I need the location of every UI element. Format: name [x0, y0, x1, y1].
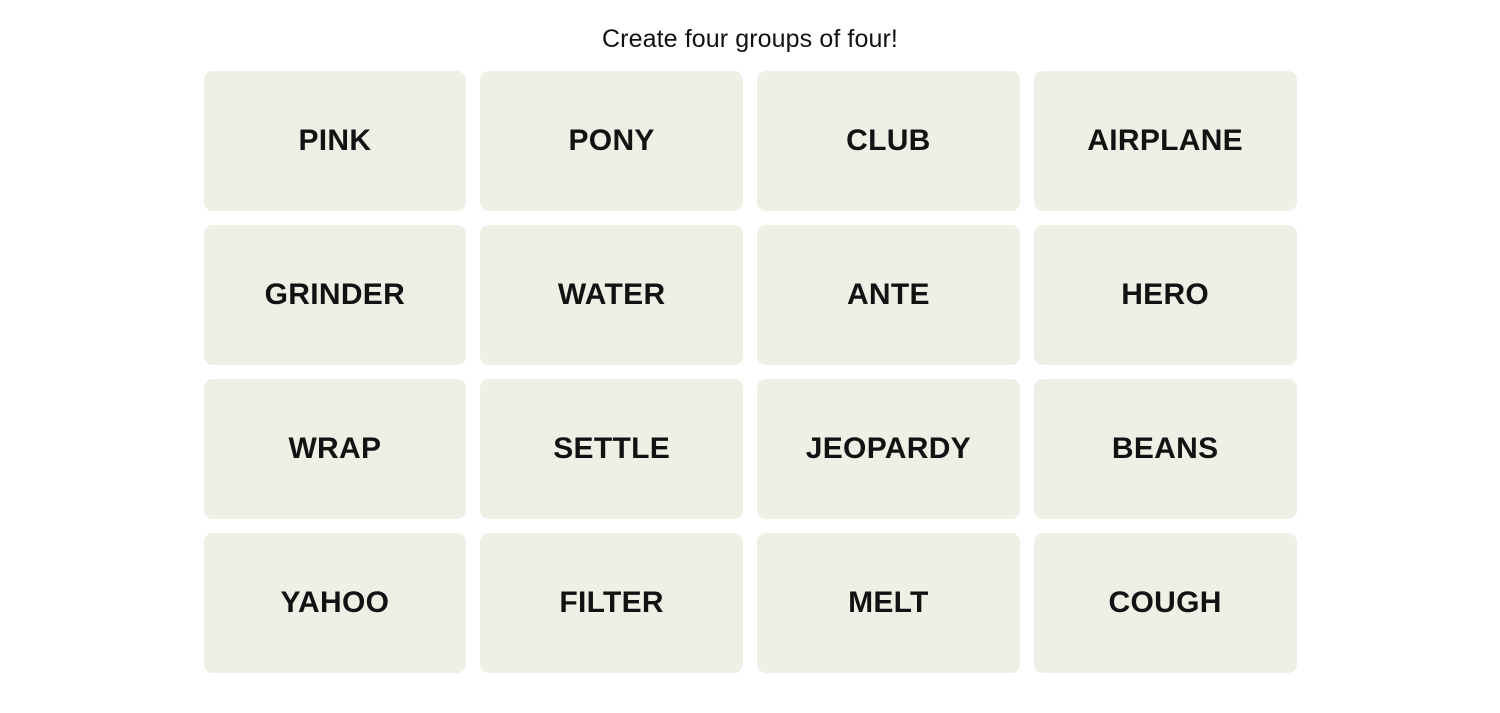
word-tile-ante[interactable]: ANTE [757, 225, 1020, 365]
word-tile-pony[interactable]: PONY [480, 71, 743, 211]
word-tile-grinder[interactable]: GRINDER [203, 225, 467, 365]
word-tile-wrap[interactable]: WRAP [203, 379, 467, 519]
word-tile-filter[interactable]: FILTER [480, 533, 743, 673]
word-tile-pink[interactable]: PINK [203, 71, 467, 211]
word-grid: PINK PONY CLUB AIRPLANE GRINDER WATER AN… [203, 71, 1297, 673]
word-tile-label: ANTE [846, 278, 930, 311]
word-tile-jeopardy[interactable]: JEOPARDY [757, 379, 1020, 519]
word-tile-label: COUGH [1108, 586, 1222, 619]
word-tile-club[interactable]: CLUB [757, 71, 1020, 211]
word-tile-label: HERO [1121, 278, 1210, 311]
word-tile-label: JEOPARDY [805, 432, 971, 465]
word-tile-label: WATER [557, 278, 666, 311]
word-tile-label: PINK [298, 124, 372, 157]
word-tile-label: FILTER [559, 586, 664, 619]
word-tile-hero[interactable]: HERO [1033, 225, 1297, 365]
word-tile-label: MELT [848, 586, 929, 619]
word-tile-cough[interactable]: COUGH [1033, 533, 1297, 673]
word-tile-label: WRAP [288, 432, 382, 465]
word-tile-label: PONY [568, 124, 655, 157]
word-tile-water[interactable]: WATER [480, 225, 743, 365]
word-tile-yahoo[interactable]: YAHOO [203, 533, 467, 673]
word-tile-beans[interactable]: BEANS [1033, 379, 1297, 519]
word-tile-label: AIRPLANE [1087, 124, 1243, 157]
word-tile-label: CLUB [846, 124, 931, 157]
word-tile-label: BEANS [1111, 432, 1219, 465]
word-tile-airplane[interactable]: AIRPLANE [1033, 71, 1297, 211]
board-container: PINK PONY CLUB AIRPLANE GRINDER WATER AN… [203, 55, 1297, 673]
instruction-text: Create four groups of four! [602, 25, 898, 53]
word-tile-label: YAHOO [280, 586, 390, 619]
word-tile-label: GRINDER [264, 278, 406, 311]
instruction-bar: Create four groups of four! [0, 0, 1500, 55]
word-tile-label: SETTLE [553, 432, 671, 465]
word-tile-settle[interactable]: SETTLE [480, 379, 743, 519]
connections-game-page: Create four groups of four! PINK PONY CL… [0, 0, 1500, 713]
word-tile-melt[interactable]: MELT [757, 533, 1020, 673]
